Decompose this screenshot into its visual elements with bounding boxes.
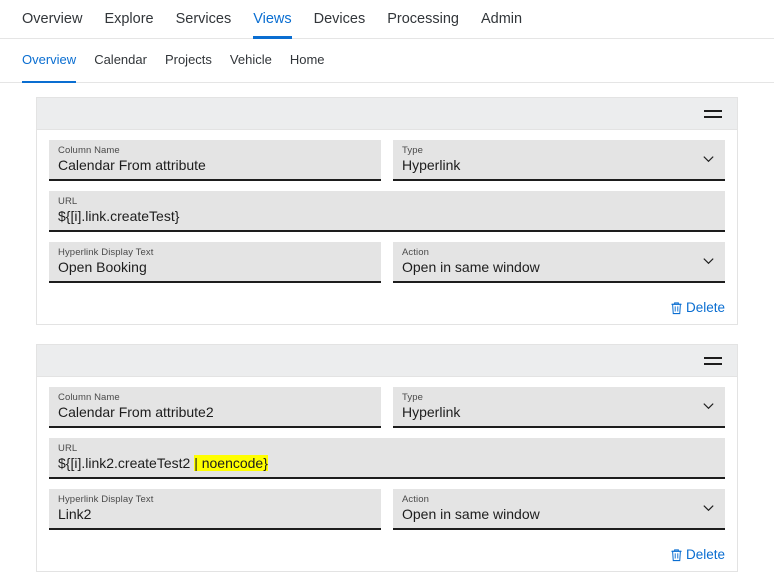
hyperlink-display-text-field[interactable]: Hyperlink Display Text Open Booking xyxy=(49,242,381,283)
subnav-label: Vehicle xyxy=(230,52,272,67)
drag-handle-bar xyxy=(704,116,722,118)
field-row: URL ${[i].link2.createTest2 | noencode} xyxy=(49,438,725,479)
hyperlink-display-text-field[interactable]: Hyperlink Display Text Link2 xyxy=(49,489,381,530)
card-footer: Delete xyxy=(37,540,737,571)
subnav-item-vehicle[interactable]: Vehicle xyxy=(221,39,281,83)
trash-icon xyxy=(670,301,683,315)
card-body: Column Name Calendar From attribute2 Typ… xyxy=(37,377,737,540)
url-text: ${[i].link2.createTest2 xyxy=(58,455,194,471)
subnav-item-projects[interactable]: Projects xyxy=(156,39,221,83)
type-value: Hyperlink xyxy=(402,403,716,422)
delete-label: Delete xyxy=(686,300,725,315)
action-select[interactable]: Action Open in same window xyxy=(393,242,725,283)
action-value: Open in same window xyxy=(402,505,716,524)
subnav-item-home[interactable]: Home xyxy=(281,39,334,83)
type-select[interactable]: Type Hyperlink xyxy=(393,140,725,181)
column-name-field[interactable]: Column Name Calendar From attribute xyxy=(49,140,381,181)
subnav-label: Projects xyxy=(165,52,212,67)
topnav-label: Services xyxy=(176,11,232,27)
url-value: ${[i].link2.createTest2 | noencode} xyxy=(58,454,716,473)
subnav-label: Overview xyxy=(22,52,76,67)
subnav-item-calendar[interactable]: Calendar xyxy=(85,39,156,83)
hyperlink-column-card: Column Name Calendar From attribute2 Typ… xyxy=(36,344,738,572)
topnav-label: Views xyxy=(253,11,291,27)
topnav-label: Explore xyxy=(104,11,153,27)
url-text: ${[i].link.createTest} xyxy=(58,208,179,224)
hyperlink-display-text-value: Link2 xyxy=(58,505,372,524)
url-field[interactable]: URL ${[i].link2.createTest2 | noencode} xyxy=(49,438,725,479)
delete-button[interactable]: Delete xyxy=(670,547,725,562)
subnav-label: Calendar xyxy=(94,52,147,67)
column-name-value: Calendar From attribute2 xyxy=(58,403,372,422)
topnav-label: Overview xyxy=(22,11,82,27)
topnav-item-overview[interactable]: Overview xyxy=(22,0,93,39)
url-value: ${[i].link.createTest} xyxy=(58,207,716,226)
field-row: Column Name Calendar From attribute2 Typ… xyxy=(49,387,725,428)
column-name-value: Calendar From attribute xyxy=(58,156,372,175)
hyperlink-column-list: Column Name Calendar From attribute Type… xyxy=(0,83,774,572)
type-label: Type xyxy=(402,145,716,156)
drag-handle-icon[interactable] xyxy=(704,355,722,367)
card-header xyxy=(37,345,737,377)
main-navigation-bar: Overview Explore Services Views Devices … xyxy=(0,0,774,39)
field-row: URL ${[i].link.createTest} xyxy=(49,191,725,232)
delete-label: Delete xyxy=(686,547,725,562)
delete-button[interactable]: Delete xyxy=(670,300,725,315)
sub-navigation-bar: Overview Calendar Projects Vehicle Home xyxy=(0,39,774,83)
column-name-label: Column Name xyxy=(58,145,372,156)
card-body: Column Name Calendar From attribute Type… xyxy=(37,130,737,293)
action-label: Action xyxy=(402,247,716,258)
action-label: Action xyxy=(402,494,716,505)
topnav-item-views[interactable]: Views xyxy=(242,0,302,39)
topnav-label: Processing xyxy=(387,11,459,27)
topnav-label: Devices xyxy=(314,11,366,27)
hyperlink-column-card: Column Name Calendar From attribute Type… xyxy=(36,97,738,325)
type-select[interactable]: Type Hyperlink xyxy=(393,387,725,428)
card-footer: Delete xyxy=(37,293,737,324)
hyperlink-display-text-label: Hyperlink Display Text xyxy=(58,494,372,505)
column-name-label: Column Name xyxy=(58,392,372,403)
field-row: Hyperlink Display Text Link2 Action Open… xyxy=(49,489,725,530)
hyperlink-display-text-value: Open Booking xyxy=(58,258,372,277)
type-label: Type xyxy=(402,392,716,403)
drag-handle-bar xyxy=(704,110,722,112)
topnav-item-processing[interactable]: Processing xyxy=(376,0,470,39)
card-header xyxy=(37,98,737,130)
topnav-label: Admin xyxy=(481,11,522,27)
trash-icon xyxy=(670,548,683,562)
url-label: URL xyxy=(58,443,716,454)
topnav-item-services[interactable]: Services xyxy=(165,0,243,39)
url-field[interactable]: URL ${[i].link.createTest} xyxy=(49,191,725,232)
field-row: Hyperlink Display Text Open Booking Acti… xyxy=(49,242,725,283)
drag-handle-bar xyxy=(704,363,722,365)
field-row: Column Name Calendar From attribute Type… xyxy=(49,140,725,181)
subnav-item-overview[interactable]: Overview xyxy=(22,39,85,83)
type-value: Hyperlink xyxy=(402,156,716,175)
hyperlink-display-text-label: Hyperlink Display Text xyxy=(58,247,372,258)
topnav-item-devices[interactable]: Devices xyxy=(303,0,377,39)
drag-handle-bar xyxy=(704,357,722,359)
action-value: Open in same window xyxy=(402,258,716,277)
column-name-field[interactable]: Column Name Calendar From attribute2 xyxy=(49,387,381,428)
drag-handle-icon[interactable] xyxy=(704,108,722,120)
url-label: URL xyxy=(58,196,716,207)
topnav-item-admin[interactable]: Admin xyxy=(470,0,533,39)
subnav-label: Home xyxy=(290,52,325,67)
action-select[interactable]: Action Open in same window xyxy=(393,489,725,530)
url-highlighted-text: | noencode} xyxy=(194,455,268,471)
topnav-item-explore[interactable]: Explore xyxy=(93,0,164,39)
